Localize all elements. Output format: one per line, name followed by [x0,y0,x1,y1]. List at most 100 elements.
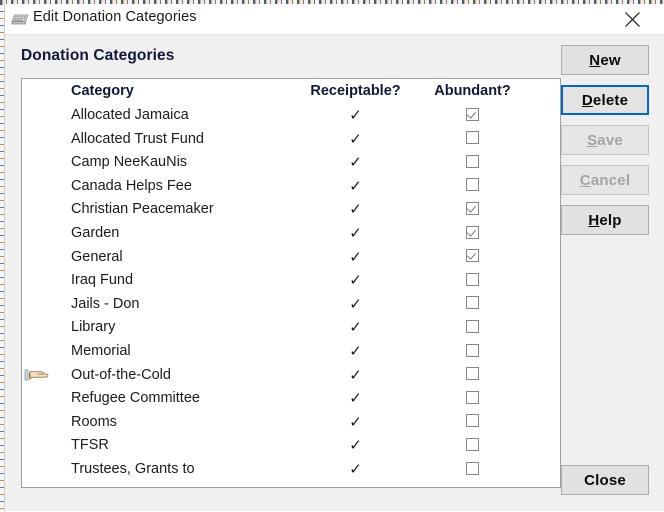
table-row[interactable]: Allocated Trust Fund ✓ [22,128,560,152]
save-button: Save [561,125,649,155]
dialog-body: Donation Categories Category Receiptable?… [5,35,664,512]
cell-abundant[interactable] [420,387,525,411]
table-row[interactable]: TFSR ✓ [22,434,560,458]
cell-receiptable: ✓ [298,364,413,389]
pointing-hand-icon [24,366,58,386]
table-row[interactable]: Library ✓ [22,316,560,340]
table-row[interactable]: Christian Peacemaker ✓ [22,198,560,222]
table-row[interactable]: Rooms ✓ [22,411,560,435]
table-row[interactable]: Memorial ✓ [22,340,560,364]
cell-receiptable: ✓ [298,175,413,200]
cell-receiptable: ✓ [298,458,413,483]
abundant-checkbox[interactable] [466,367,479,381]
cell-receiptable: ✓ [298,151,413,176]
page-title: Donation Categories [21,47,175,64]
table-row[interactable]: Iraq Fund ✓ [22,269,560,293]
abundant-checkbox[interactable] [466,154,479,168]
cell-abundant[interactable] [420,246,525,270]
column-header-receiptable: Receiptable? [310,83,401,99]
cell-abundant[interactable] [420,151,525,175]
cell-abundant[interactable] [420,434,525,458]
cell-category: Rooms [71,413,117,430]
table-row[interactable]: General ✓ [22,246,560,270]
abundant-checkbox[interactable] [466,225,479,239]
cell-abundant[interactable] [420,340,525,364]
table-row[interactable]: Allocated Jamaica ✓ [22,104,560,128]
cell-abundant[interactable] [420,175,525,199]
cell-receiptable: ✓ [298,222,413,247]
abundant-checkbox[interactable] [466,343,479,357]
cancel-mnemonic: C [579,171,591,189]
cell-abundant[interactable] [420,269,525,293]
column-header-category: Category [71,83,134,99]
cell-category: Refugee Committee [71,390,200,407]
cell-abundant[interactable] [420,222,525,246]
abundant-checkbox[interactable] [466,461,479,475]
checkmark-icon: ✓ [349,223,362,242]
abundant-checkbox[interactable] [466,414,479,428]
categories-grid[interactable]: Category Receiptable? Abundant? Allocated J… [21,78,561,488]
cell-category: Canada Helps Fee [71,177,192,194]
checkmark-icon: ✓ [349,459,362,478]
abundant-checkbox[interactable] [466,249,479,263]
keyboard-icon [9,11,29,27]
cell-receiptable: ✓ [298,434,413,459]
cell-abundant[interactable] [420,316,525,340]
abundant-checkbox[interactable] [466,178,479,192]
cell-receiptable: ✓ [298,104,413,129]
abundant-checkbox[interactable] [466,437,479,451]
table-row[interactable]: Out-of-the-Cold ✓ [22,364,560,388]
checkmark-icon: ✓ [349,436,362,455]
cell-category: Memorial [71,342,131,359]
cell-abundant[interactable] [420,198,525,222]
table-row[interactable]: Trustees, Grants to ✓ [22,458,560,482]
new-mnemonic: N [589,51,601,69]
cell-category: Library [71,319,116,336]
close-button[interactable]: Close [561,465,649,495]
cell-abundant[interactable] [420,411,525,435]
cell-receiptable: ✓ [298,246,413,271]
new-button[interactable]: New [561,45,649,75]
cell-receiptable: ✓ [298,316,413,341]
abundant-checkbox[interactable] [466,107,479,121]
cell-abundant[interactable] [420,104,525,128]
table-row[interactable]: Camp NeeKauNis ✓ [22,151,560,175]
abundant-checkbox[interactable] [466,272,479,286]
cell-category: Trustees, Grants to [71,460,195,477]
delete-button[interactable]: Delete [561,85,649,115]
cell-receiptable: ✓ [298,128,413,153]
checkmark-icon: ✓ [349,200,362,219]
abundant-checkbox[interactable] [466,390,479,404]
cell-category: Jails - Don [71,295,140,312]
cell-abundant[interactable] [420,364,525,388]
cell-abundant[interactable] [420,128,525,152]
checkmark-icon: ✓ [349,176,362,195]
checkmark-icon: ✓ [349,271,362,290]
abundant-checkbox[interactable] [466,320,479,334]
dialog-titlebar: Edit Donation Categories [5,4,664,35]
help-button[interactable]: Help [561,205,649,235]
cell-abundant[interactable] [420,458,525,482]
cell-category: Allocated Trust Fund [71,130,204,147]
cell-receiptable: ✓ [298,387,413,412]
abundant-checkbox[interactable] [466,296,479,310]
cell-receiptable: ✓ [298,269,413,294]
checkmark-icon: ✓ [349,294,362,313]
abundant-checkbox[interactable] [466,131,479,145]
abundant-checkbox[interactable] [466,202,479,216]
checkmark-icon: ✓ [349,153,362,172]
table-row[interactable]: Jails - Don ✓ [22,293,560,317]
checkmark-icon: ✓ [349,247,362,266]
checkmark-icon: ✓ [349,318,362,337]
edit-donation-categories-dialog: Edit Donation Categories Donation Catego… [4,4,664,511]
table-row[interactable]: Canada Helps Fee ✓ [22,175,560,199]
cell-receiptable: ✓ [298,293,413,318]
cell-category: Camp NeeKauNis [71,154,188,171]
table-row[interactable]: Garden ✓ [22,222,560,246]
checkmark-icon: ✓ [349,129,362,148]
cell-abundant[interactable] [420,293,525,317]
table-row[interactable]: Refugee Committee ✓ [22,387,560,411]
cell-category: Allocated Jamaica [71,107,189,123]
save-mnemonic: S [587,131,598,149]
close-icon[interactable] [609,4,655,34]
